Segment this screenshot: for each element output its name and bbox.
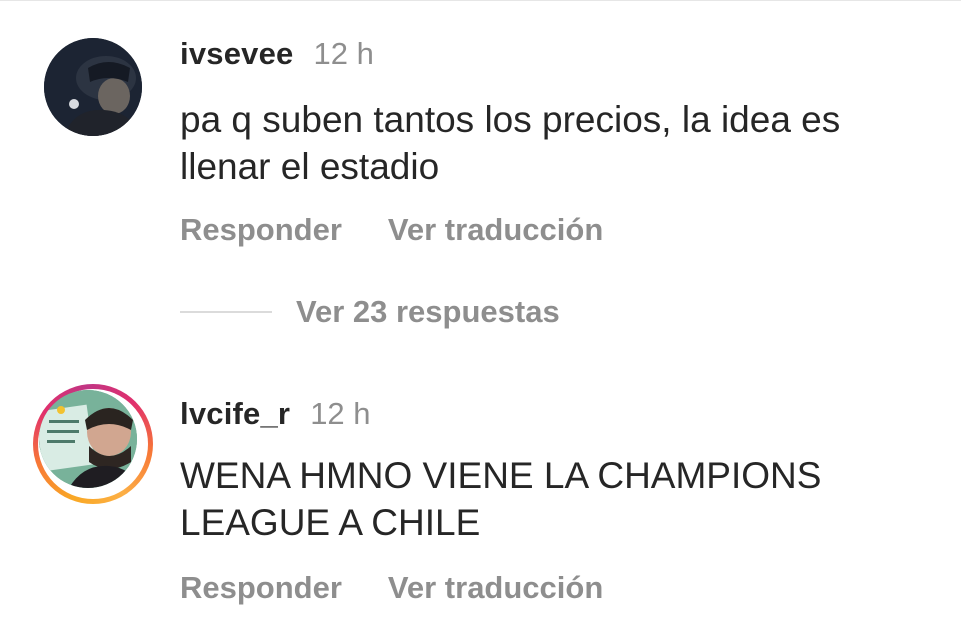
reply-button[interactable]: Responder xyxy=(180,570,342,606)
reply-button[interactable]: Responder xyxy=(180,212,342,248)
see-translation-button[interactable]: Ver traducción xyxy=(388,212,603,248)
comment-actions: Responder Ver traducción xyxy=(180,570,649,606)
comment-text: pa q suben tantos los precios, la idea e… xyxy=(180,99,841,187)
avatar-photo-icon xyxy=(44,38,142,136)
timestamp: 12 h xyxy=(313,36,374,71)
username[interactable]: lvcife_r xyxy=(180,396,290,432)
view-replies-button[interactable]: Ver 23 respuestas xyxy=(296,294,560,330)
comment-text: WENA HMNO VIENE LA CHAMPIONS LEAGUE A CH… xyxy=(180,455,822,543)
comment-actions: Responder Ver traducción xyxy=(180,212,649,248)
comment-header: ivsevee 12 h xyxy=(180,36,374,72)
timestamp: 12 h xyxy=(310,396,371,431)
username[interactable]: ivsevee xyxy=(180,36,293,72)
view-replies[interactable]: Ver 23 respuestas xyxy=(180,294,560,330)
avatar[interactable] xyxy=(44,38,142,136)
avatar[interactable] xyxy=(39,390,137,488)
avatar-photo-icon xyxy=(39,390,137,488)
comment-header: lvcife_r 12 h xyxy=(180,396,371,432)
comment: lvcife_r 12 h WENA HMNO VIENE LA CHAMPIO… xyxy=(0,360,961,628)
comment: ivsevee 12 h pa q suben tantos los preci… xyxy=(0,0,961,345)
replies-divider xyxy=(180,311,272,313)
see-translation-button[interactable]: Ver traducción xyxy=(388,570,603,606)
avatar-story-ring[interactable] xyxy=(33,384,153,504)
